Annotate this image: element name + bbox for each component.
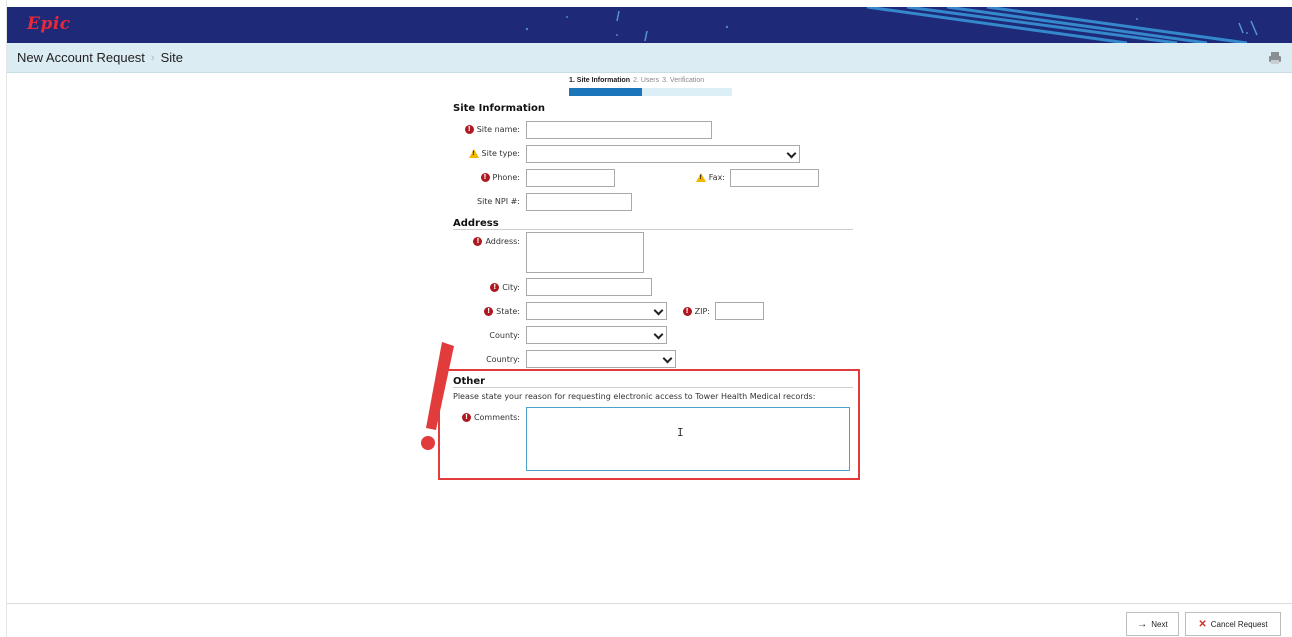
chevron-down-icon	[786, 148, 797, 159]
exclamation-annotation-icon	[421, 342, 454, 450]
county-select[interactable]	[526, 326, 667, 344]
city-input[interactable]	[526, 278, 652, 296]
breadcrumb: New Account Request › Site	[17, 50, 183, 65]
cancel-request-button[interactable]: ✕ Cancel Request	[1185, 612, 1281, 636]
breadcrumb-root[interactable]: New Account Request	[17, 50, 145, 65]
footer-bar: → Next ✕ Cancel Request	[7, 603, 1292, 637]
next-button[interactable]: → Next	[1126, 612, 1179, 636]
wizard-progress-bar	[569, 88, 732, 96]
banner-decoration	[525, 7, 1258, 43]
chevron-down-icon	[653, 329, 664, 340]
site-name-input[interactable]	[526, 121, 712, 139]
state-select[interactable]	[526, 302, 667, 320]
site-type-select[interactable]	[526, 145, 800, 163]
required-icon: !	[464, 124, 474, 134]
arrow-right-icon: →	[1137, 618, 1148, 630]
site-name-label: ! Site name:	[440, 122, 520, 136]
step-users: 2. Users	[633, 77, 660, 84]
section-title-address: Address	[453, 218, 499, 229]
close-icon: ✕	[1198, 618, 1207, 630]
printer-icon[interactable]	[1268, 51, 1282, 65]
required-icon: !	[490, 282, 500, 292]
warning-icon	[468, 148, 479, 158]
phone-label: ! Phone:	[440, 170, 520, 184]
required-icon: !	[484, 306, 494, 316]
address-label: ! Address:	[440, 234, 520, 248]
phone-input[interactable]	[526, 169, 615, 187]
site-npi-label: Site NPI #:	[476, 196, 520, 206]
step-site-information: 1. Site Information	[569, 77, 631, 84]
required-icon: !	[480, 172, 490, 182]
required-icon: !	[682, 306, 692, 316]
wizard-steps: 1. Site Information 2. Users 3. Verifica…	[569, 77, 704, 84]
fax-label: Fax:	[650, 170, 725, 184]
zip-label: ! ZIP:	[660, 304, 710, 318]
city-label: ! City:	[440, 280, 520, 294]
wizard-progress-fill	[569, 88, 643, 96]
address-textarea[interactable]	[526, 232, 644, 273]
warning-icon	[695, 172, 706, 182]
zip-input[interactable]	[715, 302, 764, 320]
epic-logo: Epic	[27, 14, 71, 34]
breadcrumb-separator-icon: ›	[150, 51, 155, 64]
page: Epic New Account Request › Site 1. Site …	[0, 0, 1292, 637]
state-label: ! State:	[440, 304, 520, 318]
page-header: New Account Request › Site	[7, 43, 1292, 73]
section-divider	[453, 229, 853, 230]
required-icon: !	[473, 236, 483, 246]
site-npi-input[interactable]	[526, 193, 632, 211]
left-gutter	[0, 0, 7, 637]
country-select[interactable]	[526, 350, 676, 368]
section-title-site-information: Site Information	[453, 103, 546, 114]
fax-input[interactable]	[730, 169, 819, 187]
chevron-down-icon	[662, 353, 673, 364]
breadcrumb-current: Site	[160, 50, 183, 65]
site-type-label: Site type:	[440, 146, 520, 160]
step-verification: 3. Verification	[662, 77, 705, 84]
top-banner: Epic	[7, 7, 1292, 43]
annotation-highlight-box	[438, 369, 860, 480]
